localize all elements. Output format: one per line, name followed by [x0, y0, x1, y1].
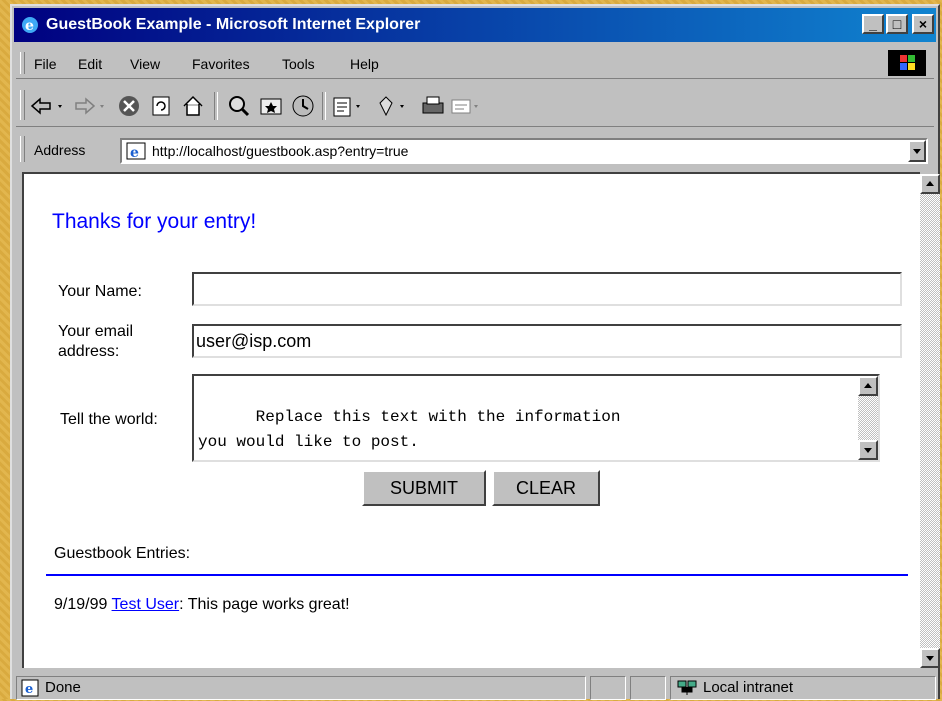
clear-button[interactable]: CLEAR — [492, 470, 600, 506]
page-scroll-down-button[interactable] — [920, 648, 940, 668]
maximize-button[interactable]: □ — [886, 14, 908, 34]
scroll-up-button[interactable] — [858, 376, 878, 396]
email-label-line1: Your email — [58, 323, 134, 340]
close-button[interactable]: × — [912, 14, 934, 34]
entries-divider — [46, 574, 908, 576]
arrow-down-icon — [926, 656, 934, 661]
window-title: GuestBook Example - Microsoft Internet E… — [46, 16, 421, 33]
arrow-up-icon — [926, 181, 934, 186]
status-panel-zone: Local intranet — [670, 676, 936, 700]
mail-icon[interactable] — [332, 94, 368, 118]
browser-window: e GuestBook Example - Microsoft Internet… — [10, 4, 940, 701]
minimize-button[interactable]: _ — [862, 14, 884, 34]
message-label: Tell the world: — [60, 411, 158, 428]
menu-bar: File Edit View Favorites Tools Help — [16, 48, 934, 79]
edit-icon[interactable] — [376, 94, 412, 118]
back-icon[interactable] — [30, 94, 66, 118]
windows-flag-icon — [900, 55, 915, 70]
favorites-icon[interactable] — [258, 94, 284, 118]
message-text: Replace this text with the information y… — [198, 408, 621, 451]
status-panel-secure — [630, 676, 666, 700]
message-textarea[interactable]: Replace this text with the information y… — [192, 374, 880, 462]
discuss-icon[interactable] — [450, 94, 486, 118]
page-content: Thanks for your entry! Your Name: Your e… — [22, 172, 920, 668]
status-panel-main: e Done — [16, 676, 586, 700]
name-field[interactable] — [192, 272, 902, 306]
menu-grip[interactable] — [20, 52, 25, 74]
svg-text:e: e — [130, 145, 139, 160]
menu-help[interactable]: Help — [350, 56, 379, 72]
history-icon[interactable] — [290, 94, 316, 118]
svg-text:e: e — [25, 682, 33, 697]
email-label: Your email address: — [58, 322, 133, 362]
status-text: Done — [45, 679, 81, 696]
address-input[interactable]: e http://localhost/guestbook.asp?entry=t… — [120, 138, 928, 164]
textarea-scrollbar[interactable] — [858, 376, 878, 460]
page-scrollbar[interactable] — [920, 174, 940, 668]
page-heading: Thanks for your entry! — [52, 210, 257, 233]
name-label: Your Name: — [58, 283, 142, 300]
menu-favorites[interactable]: Favorites — [192, 56, 250, 72]
status-bar: e Done Local intranet — [16, 674, 936, 701]
entry-message: : This page works great! — [179, 596, 350, 613]
toolbar-separator — [322, 92, 326, 120]
ie-logo-icon: e — [22, 17, 38, 34]
page-done-icon: e — [21, 679, 39, 697]
arrow-down-icon — [864, 448, 872, 453]
zone-text: Local intranet — [703, 679, 794, 696]
toolbar-grip[interactable] — [20, 90, 25, 120]
close-icon: × — [918, 16, 928, 32]
submit-button[interactable]: SUBMIT — [362, 470, 486, 506]
menu-view[interactable]: View — [130, 56, 160, 72]
page-icon: e — [126, 142, 146, 160]
search-icon[interactable] — [226, 94, 252, 118]
svg-text:e: e — [25, 18, 34, 34]
guestbook-entry: 9/19/99 Test User: This page works great… — [54, 596, 350, 614]
email-field[interactable] — [192, 324, 902, 358]
minimize-icon: _ — [869, 16, 877, 32]
page-scroll-up-button[interactable] — [920, 174, 940, 194]
address-grip[interactable] — [20, 136, 25, 162]
email-label-line2: address: — [58, 343, 120, 360]
intranet-icon — [677, 680, 697, 695]
refresh-icon[interactable] — [148, 94, 174, 118]
entry-date: 9/19/99 — [54, 596, 108, 613]
maximize-icon: □ — [892, 16, 902, 32]
chevron-down-icon — [913, 149, 921, 154]
forward-icon[interactable] — [72, 94, 108, 118]
entries-heading: Guestbook Entries: — [54, 545, 191, 562]
address-bar: Address e http://localhost/guestbook.asp… — [16, 132, 934, 166]
menu-file[interactable]: File — [34, 56, 57, 72]
menu-edit[interactable]: Edit — [78, 56, 102, 72]
menu-tools[interactable]: Tools — [282, 56, 315, 72]
toolbar — [16, 86, 934, 127]
windows-logo — [888, 50, 926, 76]
scroll-down-button[interactable] — [858, 440, 878, 460]
address-dropdown-button[interactable] — [908, 140, 926, 162]
status-panel-progress — [590, 676, 626, 700]
arrow-up-icon — [864, 383, 872, 388]
home-icon[interactable] — [180, 94, 206, 118]
stop-icon[interactable] — [116, 94, 142, 118]
toolbar-separator — [214, 92, 218, 120]
entry-author-link[interactable]: Test User — [112, 596, 180, 613]
address-url: http://localhost/guestbook.asp?entry=tru… — [152, 143, 409, 159]
address-label: Address — [34, 142, 86, 158]
print-icon[interactable] — [420, 94, 446, 118]
title-bar[interactable]: e GuestBook Example - Microsoft Internet… — [14, 8, 936, 42]
